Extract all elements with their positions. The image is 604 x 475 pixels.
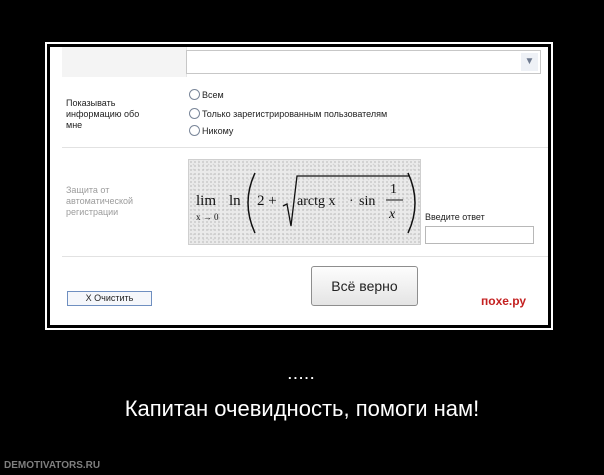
top-select[interactable]: ▼	[186, 50, 541, 74]
divider	[62, 147, 548, 148]
radio-circle-icon[interactable]	[189, 125, 200, 136]
caption-text: Капитан очевидность, помоги нам!	[124, 396, 480, 421]
radio-circle-icon[interactable]	[189, 89, 200, 100]
ellipsis: .....	[287, 367, 317, 382]
site-watermark: DEMOTIVATORS.RU	[4, 460, 101, 471]
radio-label: Только зарегистрированным пользователям	[202, 109, 388, 119]
captcha-image: lim x → 0 ln 2 + arctg x · sin 1 x	[188, 159, 421, 245]
clear-button[interactable]: X Очистить	[67, 291, 152, 306]
top-label-cell	[62, 47, 187, 77]
answer-input[interactable]	[425, 226, 534, 244]
chevron-down-icon[interactable]: ▼	[521, 53, 538, 71]
brand-logo: поxe.ру	[481, 294, 527, 308]
numerator-text: 1	[390, 182, 397, 197]
radio-nobody[interactable]: Никому	[189, 125, 233, 136]
right-paren	[407, 172, 416, 234]
captcha-formula: lim x → 0 ln 2 + arctg x · sin 1 x	[196, 172, 416, 234]
radio-registered[interactable]: Только зарегистрированным пользователям	[189, 108, 387, 119]
sin-text: sin	[359, 194, 375, 209]
top-row: ▼	[50, 47, 548, 77]
radio-everyone[interactable]: Всем	[189, 89, 224, 100]
captcha-label: Защита от автоматической регистрации	[66, 185, 134, 217]
limit-sub-text: x → 0	[196, 212, 219, 222]
denominator-text: x	[388, 207, 396, 222]
radio-label: Всем	[202, 90, 224, 100]
submit-button[interactable]: Всё верно	[311, 266, 418, 306]
mult-dot: ·	[349, 194, 354, 209]
radio-label: Никому	[202, 126, 234, 136]
arctg-text: arctg x	[297, 194, 335, 209]
ln-text: ln	[229, 193, 241, 209]
divider	[62, 256, 548, 257]
two-plus-text: 2 +	[257, 193, 277, 209]
show-info-label: Показывать информацию обо мне	[66, 98, 140, 130]
left-paren	[247, 172, 256, 234]
lim-text: lim	[196, 193, 216, 209]
form-screenshot: ▼ Показывать информацию обо мне Всем Тол…	[50, 47, 548, 325]
answer-label: Введите ответ	[425, 212, 485, 222]
radio-circle-icon[interactable]	[189, 108, 200, 119]
